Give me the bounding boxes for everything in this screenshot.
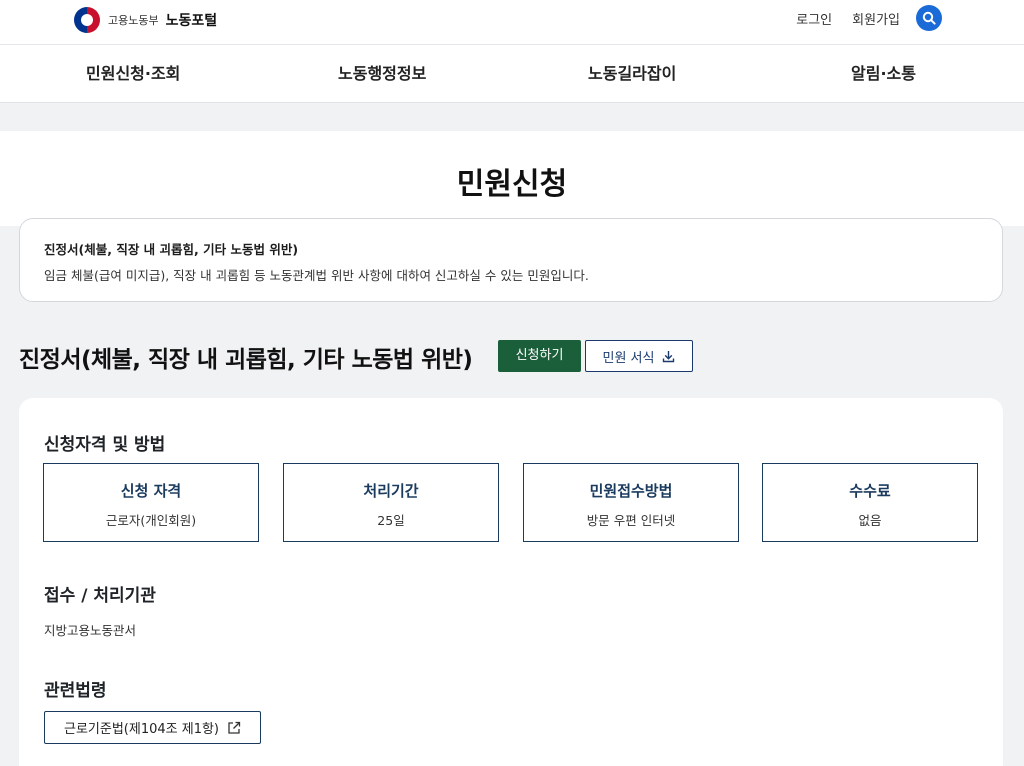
nav-item-notice-communication[interactable]: 알림·소통 xyxy=(851,45,916,103)
search-icon xyxy=(922,11,936,25)
info-box-label: 수수료 xyxy=(849,482,891,500)
info-box-label: 처리기간 xyxy=(363,482,419,500)
download-icon xyxy=(663,350,675,362)
agency-value: 지방고용노동관서 xyxy=(44,623,137,638)
search-button[interactable] xyxy=(916,5,942,31)
apply-button[interactable]: 신청하기 xyxy=(498,340,581,372)
main-navigation: 민원신청·조회 노동행정정보 노동길라잡이 알림·소통 xyxy=(0,45,1024,103)
portal-logo[interactable]: 고용노동부 노동포털 xyxy=(74,7,217,33)
info-box-processing-period: 처리기간 25일 xyxy=(283,463,499,542)
law-heading: 관련법령 xyxy=(44,681,107,701)
agency-heading: 접수 / 처리기관 xyxy=(44,586,156,606)
info-box-label: 민원접수방법 xyxy=(589,482,673,500)
info-box-value: 25일 xyxy=(377,513,405,528)
info-box-value: 근로자(개인회원) xyxy=(105,513,197,528)
login-link[interactable]: 로그인 xyxy=(796,9,832,28)
intro-card: 진정서(체불, 직장 내 괴롭힘, 기타 노동법 위반) 임금 체불(급여 미지… xyxy=(19,218,1003,302)
info-box-label: 신청 자격 xyxy=(120,482,182,500)
nav-item-labor-guide[interactable]: 노동길라잡이 xyxy=(588,45,676,103)
nav-item-labor-admin-info[interactable]: 노동행정정보 xyxy=(338,45,426,103)
info-box-fee: 수수료 없음 xyxy=(762,463,978,542)
intro-title: 진정서(체불, 직장 내 괴롭힘, 기타 노동법 위반) xyxy=(44,242,299,257)
intro-description: 임금 체불(급여 미지급), 직장 내 괴롭힘 등 노동관계법 위반 사항에 대… xyxy=(44,268,589,283)
top-utility-bar: 고용노동부 노동포털 로그인 회원가입 xyxy=(0,0,1024,45)
eligibility-heading: 신청자격 및 방법 xyxy=(44,435,166,455)
law-link-button[interactable]: 근로기준법(제104조 제1항) xyxy=(44,711,261,744)
info-box-submission-method: 민원접수방법 방문 우편 인터넷 xyxy=(523,463,739,542)
petition-title: 진정서(체불, 직장 내 괴롭힘, 기타 노동법 위반) xyxy=(19,347,473,373)
law-link-label: 근로기준법(제104조 제1항) xyxy=(64,722,219,737)
portal-name: 노동포털 xyxy=(165,13,218,29)
form-download-label: 민원 서식 xyxy=(602,350,655,366)
signup-link[interactable]: 회원가입 xyxy=(852,9,900,28)
petition-detail-card: 신청자격 및 방법 신청 자격 근로자(개인회원) 처리기간 25일 민원접수방… xyxy=(19,398,1003,766)
utility-menu: 로그인 회원가입 xyxy=(776,5,942,31)
info-box-value: 방문 우편 인터넷 xyxy=(586,513,676,528)
info-box-eligibility: 신청 자격 근로자(개인회원) xyxy=(43,463,259,542)
government-emblem-icon xyxy=(74,7,100,33)
page-title: 민원신청 xyxy=(456,167,568,202)
external-link-icon xyxy=(228,721,241,734)
ministry-name: 고용노동부 xyxy=(108,14,159,27)
form-download-button[interactable]: 민원 서식 xyxy=(585,340,693,372)
nav-item-civil-application[interactable]: 민원신청·조회 xyxy=(86,45,180,103)
info-box-value: 없음 xyxy=(858,513,882,528)
